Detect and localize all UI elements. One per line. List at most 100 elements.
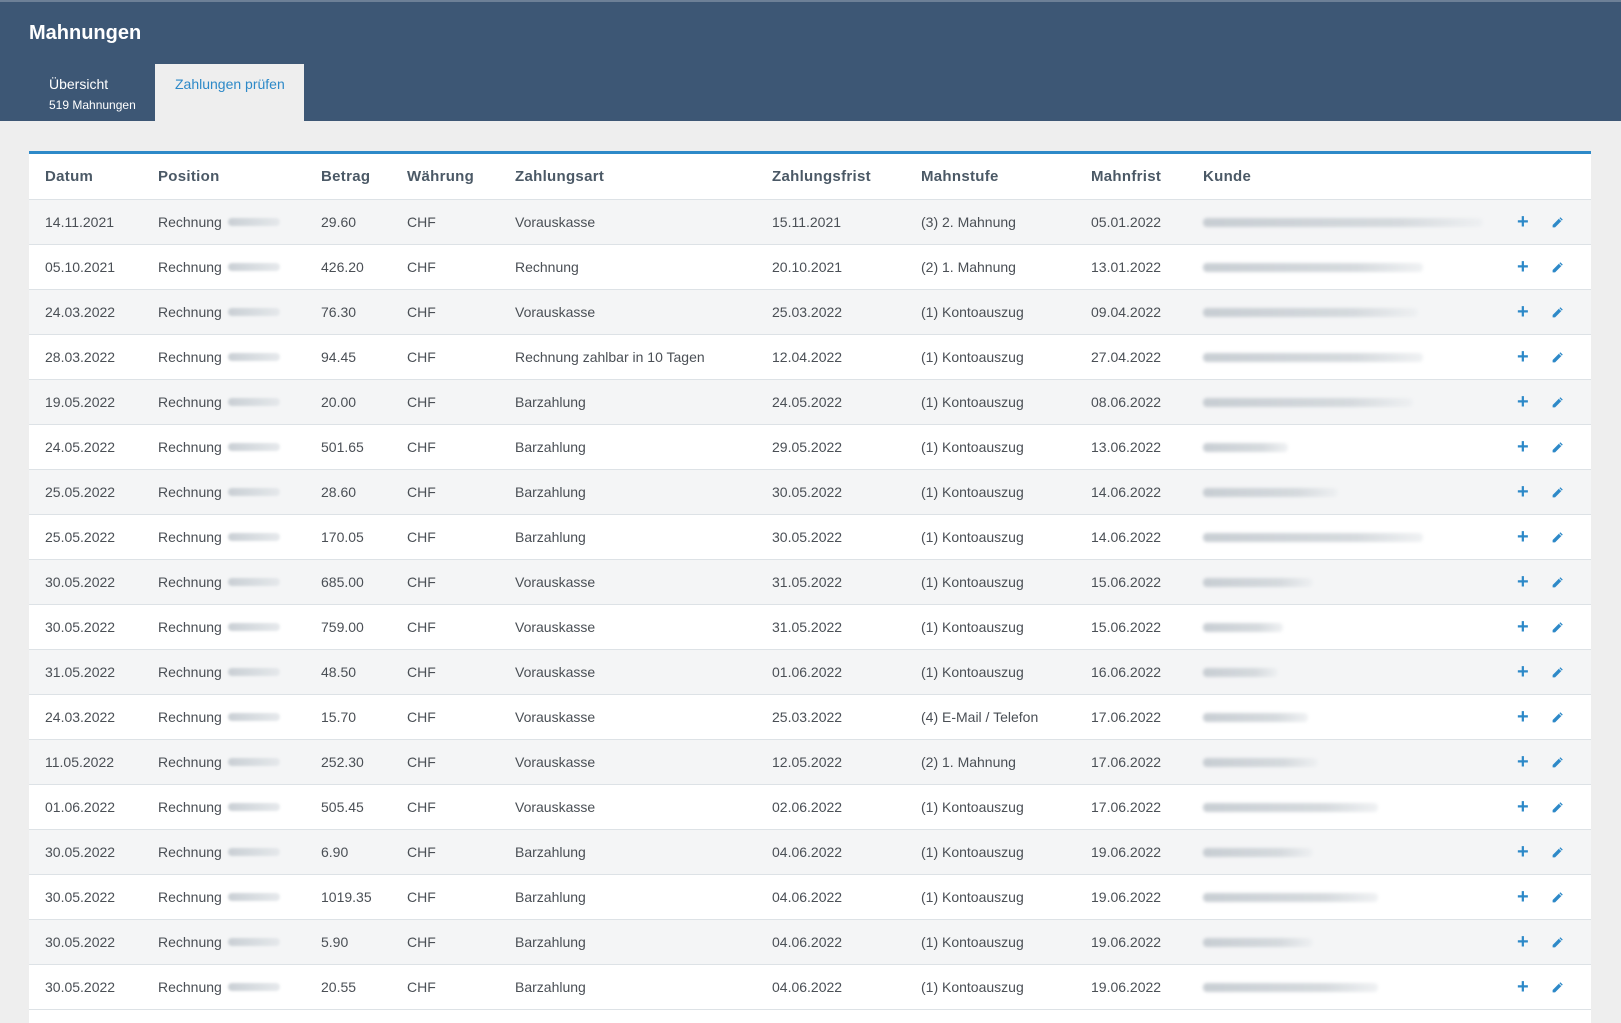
pencil-icon[interactable] — [1551, 335, 1564, 379]
table-row[interactable]: 30.05.2022 Rechnung 759.00 CHF Vorauskasse 31… — [29, 605, 1591, 650]
cell-zahlungsfrist: 01.06.2022 — [772, 650, 842, 694]
cell-datum-text: 24.03.2022 — [45, 304, 116, 320]
pencil-icon[interactable] — [1551, 695, 1564, 739]
plus-icon[interactable]: + — [1517, 515, 1529, 559]
cell-zahlungsart: Rechnung — [515, 245, 579, 289]
pencil-icon[interactable] — [1551, 290, 1564, 334]
cell-zahlungsart-text: Barzahlung — [515, 394, 586, 410]
pencil-icon[interactable] — [1551, 605, 1564, 649]
column-header-mahnfrist[interactable]: Mahnfrist — [1091, 154, 1161, 199]
tab-zahlungen-pruefen[interactable]: Zahlungen prüfen — [155, 64, 304, 123]
plus-icon[interactable]: + — [1517, 830, 1529, 874]
plus-icon[interactable]: + — [1517, 785, 1529, 829]
table-row[interactable]: 25.05.2022 Rechnung 170.05 CHF Barzahlung 30.… — [29, 515, 1591, 560]
cell-datum-text: 30.05.2022 — [45, 889, 116, 905]
table-row[interactable]: 19.05.2022 Rechnung 20.00 CHF Barzahlung 24.0… — [29, 380, 1591, 425]
column-header-waehrung[interactable]: Währung — [407, 154, 474, 199]
cell-zahlungsart: Vorauskasse — [515, 650, 595, 694]
plus-icon[interactable]: + — [1517, 380, 1529, 424]
table-row[interactable]: 01.06.2022 Rechnung 505.45 CHF Vorauskasse 02… — [29, 785, 1591, 830]
cell-mahnstufe-text: (1) Kontoauszug — [921, 349, 1024, 365]
cell-waehrung: CHF — [407, 425, 436, 469]
table-row[interactable]: 30.05.2022 Rechnung 1019.35 CHF Barzahlung 04… — [29, 875, 1591, 920]
column-header-kunde[interactable]: Kunde — [1203, 154, 1251, 199]
plus-icon[interactable]: + — [1517, 695, 1529, 739]
redacted-customer-name — [1203, 757, 1318, 767]
pencil-icon[interactable] — [1551, 650, 1564, 694]
cell-betrag-text: 29.60 — [321, 214, 357, 230]
cell-position-text: Rechnung — [158, 439, 222, 455]
plus-icon[interactable]: + — [1517, 650, 1529, 694]
cell-waehrung-text: CHF — [407, 889, 436, 905]
table-row[interactable]: 11.05.2022 Rechnung 252.30 CHF Vorauskasse 12… — [29, 740, 1591, 785]
column-header-zahlungsfrist[interactable]: Zahlungsfrist — [772, 154, 871, 199]
pencil-icon[interactable] — [1551, 380, 1564, 424]
cell-mahnstufe: (1) Kontoauszug — [921, 785, 1024, 829]
table-row[interactable]: 31.05.2022 Rechnung 48.50 CHF Vorauskasse 01.… — [29, 650, 1591, 695]
plus-icon[interactable]: + — [1517, 965, 1529, 1009]
cell-position-text: Rechnung — [158, 889, 222, 905]
plus-icon[interactable]: + — [1517, 605, 1529, 649]
pencil-icon[interactable] — [1551, 785, 1564, 829]
table-row[interactable]: 25.05.2022 Rechnung 28.60 CHF Barzahlung 30.0… — [29, 470, 1591, 515]
column-header-datum[interactable]: Datum — [45, 154, 93, 199]
table-row[interactable]: 24.03.2022 Rechnung 15.70 CHF Vorauskasse 25.… — [29, 695, 1591, 740]
table-row[interactable]: 30.05.2022 Rechnung 20.55 CHF Barzahlung 04.0… — [29, 965, 1591, 1010]
table-row[interactable]: 24.03.2022 Rechnung 76.30 CHF Vorauskasse 25.… — [29, 290, 1591, 335]
pencil-icon[interactable] — [1551, 875, 1564, 919]
pencil-icon[interactable] — [1551, 830, 1564, 874]
pencil-icon[interactable] — [1551, 965, 1564, 1009]
cell-mahnfrist-text: 08.06.2022 — [1091, 394, 1162, 410]
plus-icon[interactable]: + — [1517, 560, 1529, 604]
table-row[interactable]: 14.11.2021 Rechnung 29.60 CHF Vorauskasse 15.… — [29, 200, 1591, 245]
plus-icon[interactable]: + — [1517, 335, 1529, 379]
plus-icon[interactable]: + — [1517, 290, 1529, 334]
pencil-icon[interactable] — [1551, 200, 1564, 244]
pencil-icon[interactable] — [1551, 425, 1564, 469]
plus-icon[interactable]: + — [1517, 200, 1529, 244]
cell-mahnstufe-text: (1) Kontoauszug — [921, 574, 1024, 590]
column-header-betrag[interactable]: Betrag — [321, 154, 370, 199]
pencil-icon[interactable] — [1551, 560, 1564, 604]
table-row[interactable]: 30.05.2022 Rechnung 6.90 CHF Barzahlung 04.06… — [29, 830, 1591, 875]
cell-waehrung-text: CHF — [407, 214, 436, 230]
plus-icon[interactable]: + — [1517, 425, 1529, 469]
cell-zahlungsfrist: 24.05.2022 — [772, 380, 842, 424]
cell-datum: 25.05.2022 — [45, 470, 115, 514]
plus-icon[interactable]: + — [1517, 470, 1529, 514]
redacted-customer-name — [1203, 532, 1423, 542]
cell-mahnstufe-text: (1) Kontoauszug — [921, 394, 1024, 410]
table-header-row: Datum Position Betrag Währung Zahlungsar… — [29, 154, 1591, 200]
plus-icon[interactable]: + — [1517, 740, 1529, 784]
cell-datum: 30.05.2022 — [45, 605, 115, 649]
cell-waehrung: CHF — [407, 515, 436, 559]
cell-kunde — [1203, 380, 1413, 424]
plus-icon[interactable]: + — [1517, 875, 1529, 919]
pencil-icon[interactable] — [1551, 245, 1564, 289]
column-header-position[interactable]: Position — [158, 154, 220, 199]
cell-datum-text: 19.05.2022 — [45, 394, 116, 410]
column-header-zahlungsart[interactable]: Zahlungsart — [515, 154, 604, 199]
pencil-icon[interactable] — [1551, 920, 1564, 964]
cell-position: Rechnung — [158, 830, 280, 874]
table-row[interactable]: 05.10.2021 Rechnung 426.20 CHF Rechnung 20.10… — [29, 245, 1591, 290]
cell-mahnstufe: (1) Kontoauszug — [921, 920, 1024, 964]
cell-betrag-text: 20.00 — [321, 394, 357, 410]
cell-position: Rechnung — [158, 560, 280, 604]
table-row[interactable]: 24.05.2022 Rechnung 501.65 CHF Barzahlung 29.… — [29, 425, 1591, 470]
column-header-mahnstufe[interactable]: Mahnstufe — [921, 154, 999, 199]
pencil-icon[interactable] — [1551, 740, 1564, 784]
plus-icon[interactable]: + — [1517, 245, 1529, 289]
table-row[interactable]: 30.05.2022 Rechnung 685.00 CHF Vorauskasse 31… — [29, 560, 1591, 605]
table-row[interactable]: 28.03.2022 Rechnung 94.45 CHF Rechnung zahlb… — [29, 335, 1591, 380]
pencil-icon[interactable] — [1551, 515, 1564, 559]
cell-datum-text: 25.05.2022 — [45, 484, 116, 500]
cell-mahnstufe: (1) Kontoauszug — [921, 605, 1024, 649]
plus-icon[interactable]: + — [1517, 920, 1529, 964]
cell-mahnfrist-text: 15.06.2022 — [1091, 574, 1162, 590]
pencil-icon[interactable] — [1551, 470, 1564, 514]
cell-zahlungsart: Barzahlung — [515, 875, 586, 919]
cell-position-text: Rechnung — [158, 799, 222, 815]
cell-mahnstufe-text: (2) 1. Mahnung — [921, 259, 1016, 275]
table-row[interactable]: 30.05.2022 Rechnung 5.90 CHF Barzahlung 04.06… — [29, 920, 1591, 965]
